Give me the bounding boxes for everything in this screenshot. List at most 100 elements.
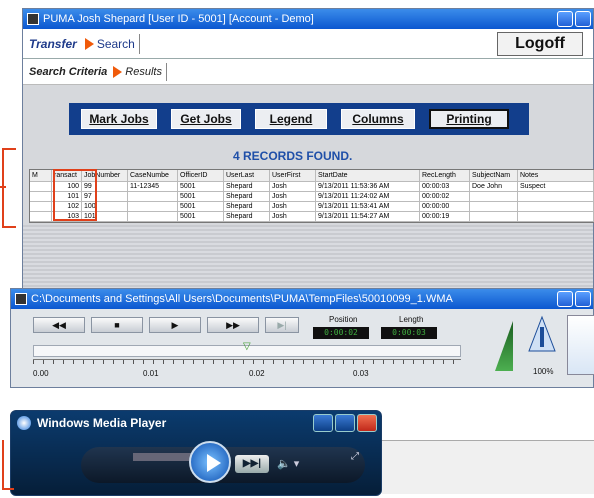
minimize-button[interactable] (557, 291, 573, 307)
grid-header-cell[interactable]: RecLength (420, 170, 470, 181)
table-row[interactable]: 102 100 5001 Shepard Josh 9/13/2011 11:53:41 … (30, 202, 594, 212)
subtab-search-criteria[interactable]: Search Criteria (29, 66, 107, 78)
grid-header-cell[interactable]: M (30, 170, 52, 181)
table-cell: Josh (270, 192, 316, 201)
table-cell: 9/13/2011 11:53:36 AM (316, 182, 420, 191)
table-row[interactable]: 101 97 5001 Shepard Josh 9/13/2011 11:24:02 A… (30, 192, 594, 202)
get-jobs-button[interactable]: Get Jobs (171, 109, 241, 129)
callout-tick (0, 186, 6, 188)
table-cell (470, 192, 518, 201)
wmp-transport-bar: ▶▶| 🔈 ▾ ⤢ (81, 441, 365, 483)
grid-header-cell[interactable]: SubjectNam (470, 170, 518, 181)
table-cell: 9/13/2011 11:24:02 AM (316, 192, 420, 201)
skip-end-button[interactable]: ▶| (265, 317, 299, 333)
table-cell (30, 192, 52, 201)
callout-bracket (2, 440, 14, 490)
ruler-label: 0.01 (143, 369, 159, 378)
grid-header-cell[interactable]: UserLast (224, 170, 270, 181)
orange-arrow-icon (84, 37, 94, 50)
table-cell: 00:00:02 (420, 192, 470, 201)
volume-slider-icon[interactable] (495, 321, 513, 371)
grid-header-cell[interactable]: UserFirst (270, 170, 316, 181)
table-cell (30, 202, 52, 211)
table-cell: 00:00:19 (420, 212, 470, 221)
stop-button[interactable]: ■ (91, 317, 143, 333)
puma-titlebar: PUMA Josh Shepard [User ID - 5001] [Acco… (23, 9, 593, 29)
puma-title-text: PUMA Josh Shepard [User ID - 5001] [Acco… (43, 13, 314, 25)
playhead-marker-icon[interactable]: ▽ (243, 341, 251, 352)
media-app-icon (15, 293, 27, 305)
minimize-button[interactable] (313, 414, 333, 432)
legend-button[interactable]: Legend (255, 109, 327, 129)
maximize-button[interactable] (335, 414, 355, 432)
wmp-title-text: Windows Media Player (37, 416, 167, 430)
tab-search[interactable]: Search (84, 33, 140, 54)
results-panel: Mark Jobs Get Jobs Legend Columns Printi… (23, 85, 594, 307)
play-button[interactable]: ▶ (149, 317, 201, 333)
grid-header-cell[interactable]: Notes (518, 170, 594, 181)
ruler-label: 0.03 (353, 369, 369, 378)
table-cell (518, 202, 594, 211)
grid-header-row: M ransact JobNumber CaseNumbe OfficerID … (30, 170, 594, 182)
maximize-button[interactable] (575, 291, 591, 307)
position-readout: 0:00:02 (313, 327, 369, 339)
table-cell: Doe John (470, 182, 518, 191)
callout-bracket (2, 148, 16, 228)
table-row[interactable]: 100 99 11-12345 5001 Shepard Josh 9/13/2011 11… (30, 182, 594, 192)
transact-column-highlight (53, 169, 97, 221)
tab-transfer[interactable]: Transfer (29, 37, 77, 51)
rewind-button[interactable]: ◀◀ (33, 317, 85, 333)
wmp-switch-mode-icon[interactable]: ⤢ (351, 451, 359, 462)
table-cell: 5001 (178, 212, 224, 221)
table-cell: Josh (270, 212, 316, 221)
minimize-button[interactable] (557, 11, 573, 27)
audio-enhance-icon[interactable] (567, 315, 594, 375)
wmp-seek-bar[interactable] (133, 453, 193, 461)
columns-button[interactable]: Columns (341, 109, 415, 129)
wmp-play-button[interactable] (189, 441, 231, 483)
table-cell (30, 212, 52, 221)
table-cell: 9/13/2011 11:53:41 AM (316, 202, 420, 211)
maximize-button[interactable] (575, 11, 591, 27)
grid-header-cell[interactable]: OfficerID (178, 170, 224, 181)
table-cell (30, 182, 52, 191)
printing-button[interactable]: Printing (429, 109, 509, 129)
table-cell (470, 212, 518, 221)
table-cell (518, 212, 594, 221)
table-cell (128, 202, 178, 211)
window-controls (557, 11, 593, 27)
table-cell: Suspect (518, 182, 594, 191)
records-found-text: 4 RECORDS FOUND. (233, 149, 353, 163)
table-cell: 5001 (178, 202, 224, 211)
top-tab-row: Transfer Search Logoff (23, 29, 593, 59)
grid-header-cell[interactable]: CaseNumbe (128, 170, 178, 181)
media-controls-panel: ◀◀ ■ ▶ ▶▶ ▶| Position Length 0:00:02 0:0… (11, 309, 594, 387)
media-playback-window: C:\Documents and Settings\All Users\Docu… (10, 288, 594, 388)
speed-control-icon[interactable] (527, 315, 557, 355)
wmp-volume-icon[interactable]: 🔈 ▾ (277, 457, 299, 470)
table-cell: 00:00:00 (420, 202, 470, 211)
table-cell: Josh (270, 202, 316, 211)
speed-percent: 100% (533, 367, 554, 376)
grid-header-cell[interactable]: StartDate (316, 170, 420, 181)
table-cell: 9/13/2011 11:54:27 AM (316, 212, 420, 221)
table-cell: 11-12345 (128, 182, 178, 191)
ruler-label: 0.00 (33, 369, 49, 378)
table-cell (470, 202, 518, 211)
table-cell: 5001 (178, 192, 224, 201)
media-title-text: C:\Documents and Settings\All Users\Docu… (31, 293, 453, 305)
table-cell: 00:00:03 (420, 182, 470, 191)
subtab-results[interactable]: Results (113, 62, 167, 81)
results-toolbar: Mark Jobs Get Jobs Legend Columns Printi… (69, 103, 529, 135)
mark-jobs-button[interactable]: Mark Jobs (81, 109, 157, 129)
tab-search-label: Search (96, 36, 135, 51)
logoff-button[interactable]: Logoff (497, 32, 583, 56)
media-window-controls (557, 291, 593, 307)
table-cell: Shepard (224, 182, 270, 191)
table-cell (518, 192, 594, 201)
table-row[interactable]: 103 101 5001 Shepard Josh 9/13/2011 11:54:27 … (30, 212, 594, 222)
play-icon (207, 454, 221, 472)
close-button[interactable] (357, 414, 377, 432)
fast-forward-button[interactable]: ▶▶ (207, 317, 259, 333)
wmp-next-button[interactable]: ▶▶| (235, 455, 269, 473)
